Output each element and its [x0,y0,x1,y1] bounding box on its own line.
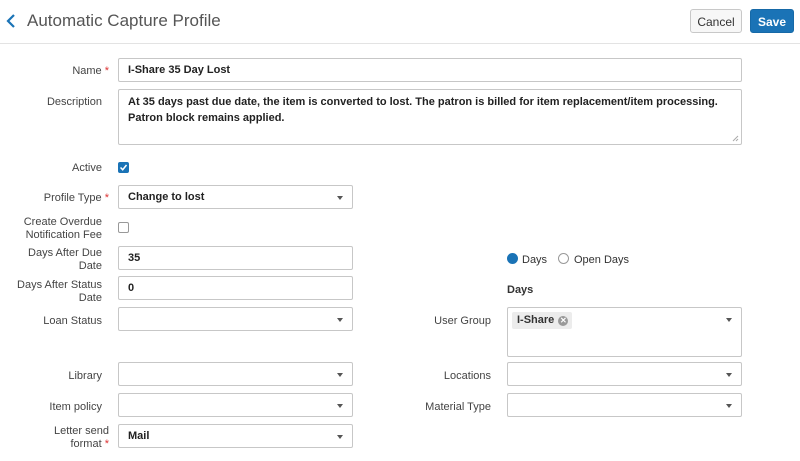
page-header: Automatic Capture Profile Cancel Save [0,0,800,44]
days-radio-label: Days [522,254,548,266]
chevron-down-icon [337,318,343,322]
create-overdue-fee-label: Create Overdue Notification Fee [23,216,102,241]
locations-select[interactable] [507,362,742,386]
description-textarea[interactable]: At 35 days past due date, the item is co… [118,89,742,145]
library-label: Library [68,370,102,382]
item-policy-select[interactable] [118,393,353,417]
days-after-status-label: Days After Status Date [17,279,102,304]
chevron-down-icon [726,373,732,377]
letter-send-format-label: Letter send format * [53,425,109,450]
open-days-radio[interactable] [558,253,569,264]
user-group-chip: I-Share ✕ [512,312,573,329]
remove-chip-icon[interactable]: ✕ [558,315,569,326]
chevron-down-icon [726,404,732,408]
resize-handle-icon[interactable] [731,134,739,142]
item-policy-label: Item policy [49,401,102,413]
name-label: Name * [72,65,109,77]
letter-send-format-value: Mail [128,430,150,442]
chevron-left-icon[interactable] [4,12,18,30]
description-label: Description [46,96,102,108]
chevron-down-icon [337,196,343,200]
profile-type-label: Profile Type * [43,192,109,204]
cancel-button[interactable]: Cancel [690,9,742,33]
description-text: At 35 days past due date, the item is co… [128,96,718,124]
profile-type-value: Change to lost [128,191,205,203]
user-group-multiselect[interactable]: I-Share ✕ [507,307,742,357]
material-type-label: Material Type [425,401,491,413]
days-after-due-label: Days After Due Date [28,247,102,272]
chevron-down-icon [726,318,732,322]
profile-type-select[interactable]: Change to lost [118,185,353,209]
chevron-down-icon [337,435,343,439]
save-button[interactable]: Save [750,9,794,33]
chevron-down-icon [337,404,343,408]
days-radio[interactable] [507,253,518,264]
loan-status-label: Loan Status [43,315,102,327]
library-select[interactable] [118,362,353,386]
chevron-down-icon [337,373,343,377]
locations-label: Locations [443,370,491,382]
active-checkbox[interactable] [118,162,129,173]
days-after-status-input[interactable]: 0 [118,276,353,300]
open-days-radio-label: Open Days [574,254,630,266]
active-label: Active [72,162,102,174]
loan-status-select[interactable] [118,307,353,331]
user-group-label: User Group [434,315,491,327]
letter-send-format-select[interactable]: Mail [118,424,353,448]
create-overdue-fee-checkbox[interactable] [118,222,129,233]
checkmark-icon [120,164,127,171]
name-input[interactable]: I-Share 35 Day Lost [118,58,742,82]
material-type-select[interactable] [507,393,742,417]
page-title: Automatic Capture Profile [27,11,221,30]
days-after-due-input[interactable]: 35 [118,246,353,270]
days-unit-label: Days [507,284,534,296]
